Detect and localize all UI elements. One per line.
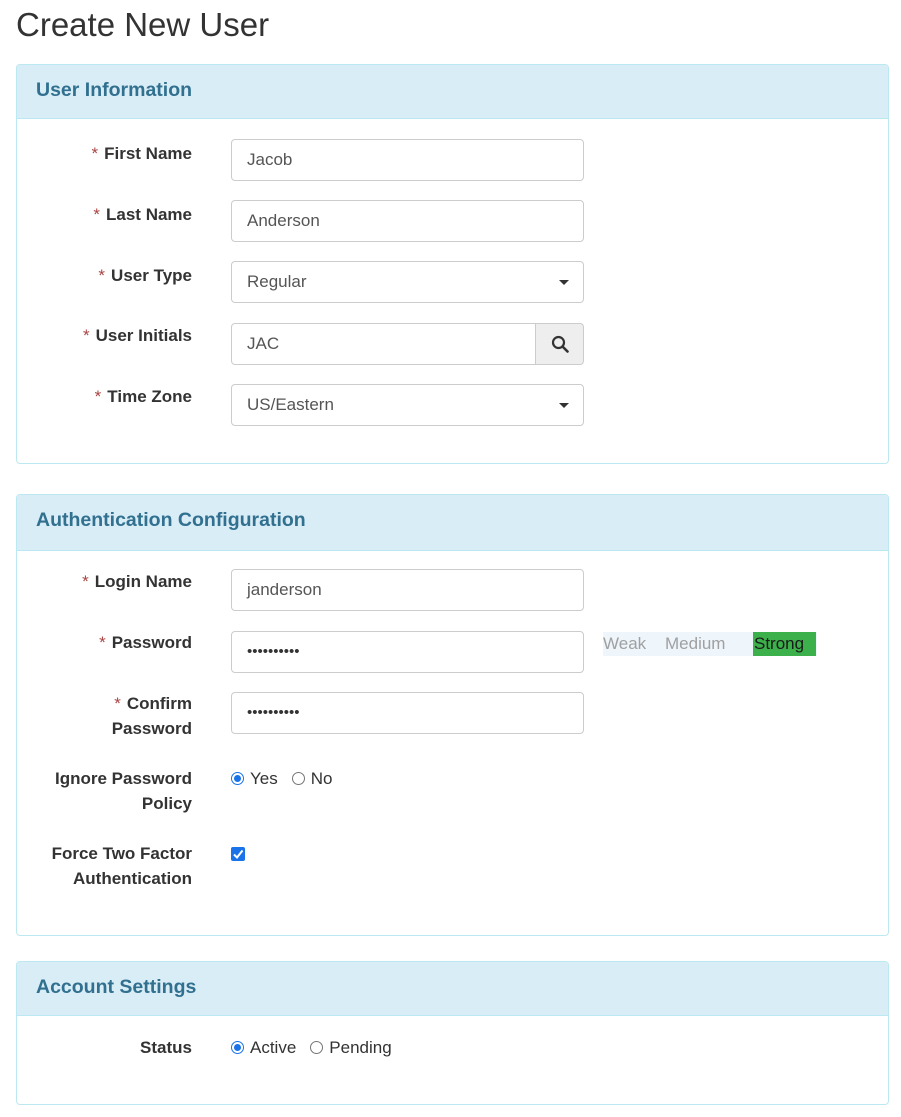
ignore-policy-yes-radio[interactable] — [231, 772, 244, 785]
search-icon — [551, 335, 569, 353]
force-two-factor-label-line1: Force Two Factor — [51, 844, 192, 863]
user-information-heading: User Information — [17, 65, 888, 119]
time-zone-select[interactable]: US/Eastern — [231, 384, 584, 426]
time-zone-label: Time Zone — [107, 387, 192, 406]
last-name-input[interactable]: Anderson — [231, 200, 584, 242]
force-two-factor-label-line2: Authentication — [73, 869, 192, 888]
strength-weak: Weak — [603, 634, 647, 653]
caret-down-icon — [559, 403, 569, 408]
ignore-password-policy-radio-group: Yes No — [231, 766, 346, 791]
user-type-value: Regular — [247, 272, 307, 291]
time-zone-value: US/Eastern — [247, 395, 334, 414]
required-marker: * — [93, 205, 101, 224]
user-type-select[interactable]: Regular — [231, 261, 584, 303]
required-marker: * — [82, 572, 89, 591]
required-marker: * — [94, 387, 102, 406]
caret-down-icon — [559, 280, 569, 285]
strength-strong: Strong — [753, 632, 816, 656]
force-two-factor-checkbox[interactable] — [231, 847, 245, 861]
authentication-configuration-heading: Authentication Configuration — [17, 495, 888, 551]
strength-medium: Medium — [665, 634, 726, 653]
checkmark-icon — [233, 849, 244, 860]
ignore-password-policy-label-line1: Ignore Password — [55, 769, 192, 788]
user-initials-label: User Initials — [95, 326, 192, 345]
required-marker: * — [91, 144, 99, 163]
user-initials-input[interactable]: JAC — [231, 323, 536, 365]
user-initials-search-button[interactable] — [535, 323, 584, 365]
status-radio-group: Active Pending — [231, 1035, 406, 1060]
login-name-label: Login Name — [94, 572, 192, 591]
required-marker: * — [83, 326, 90, 345]
account-settings-heading: Account Settings — [17, 962, 888, 1016]
confirm-password-input[interactable]: •••••••••• — [231, 692, 584, 734]
first-name-label: First Name — [104, 144, 192, 163]
confirm-password-label-line2: Password — [111, 719, 192, 738]
page-title: Create New User — [16, 6, 270, 43]
last-name-label: Last Name — [106, 205, 192, 224]
ignore-policy-no-label[interactable]: No — [311, 769, 333, 788]
required-marker: * — [99, 633, 106, 652]
status-active-radio[interactable] — [231, 1041, 244, 1054]
password-label: Password — [111, 633, 192, 652]
user-initials-group: JAC — [231, 323, 584, 365]
status-label: Status — [140, 1038, 192, 1057]
password-strength-meter: Weak Medium Strong — [603, 632, 817, 656]
login-name-input[interactable]: janderson — [231, 569, 584, 611]
ignore-policy-no-radio[interactable] — [291, 772, 305, 785]
ignore-password-policy-label-line2: Policy — [141, 794, 192, 813]
ignore-policy-yes-label[interactable]: Yes — [250, 769, 278, 788]
authentication-configuration-panel: Authentication Configuration * Login Name… — [16, 494, 889, 936]
status-pending-label[interactable]: Pending — [329, 1038, 391, 1057]
first-name-input[interactable]: Jacob — [231, 139, 584, 181]
status-pending-radio[interactable] — [310, 1041, 324, 1054]
required-marker: * — [114, 694, 121, 713]
user-information-panel: User Information * First Name Jacob * Last… — [16, 64, 889, 464]
status-active-label[interactable]: Active — [250, 1038, 296, 1057]
account-settings-panel: Account Settings Status Active Pending — [16, 961, 889, 1105]
confirm-password-label-line1: Confirm — [126, 694, 192, 713]
user-type-label: User Type — [111, 266, 192, 285]
required-marker: * — [98, 266, 106, 285]
password-input[interactable]: •••••••••• — [231, 631, 584, 673]
